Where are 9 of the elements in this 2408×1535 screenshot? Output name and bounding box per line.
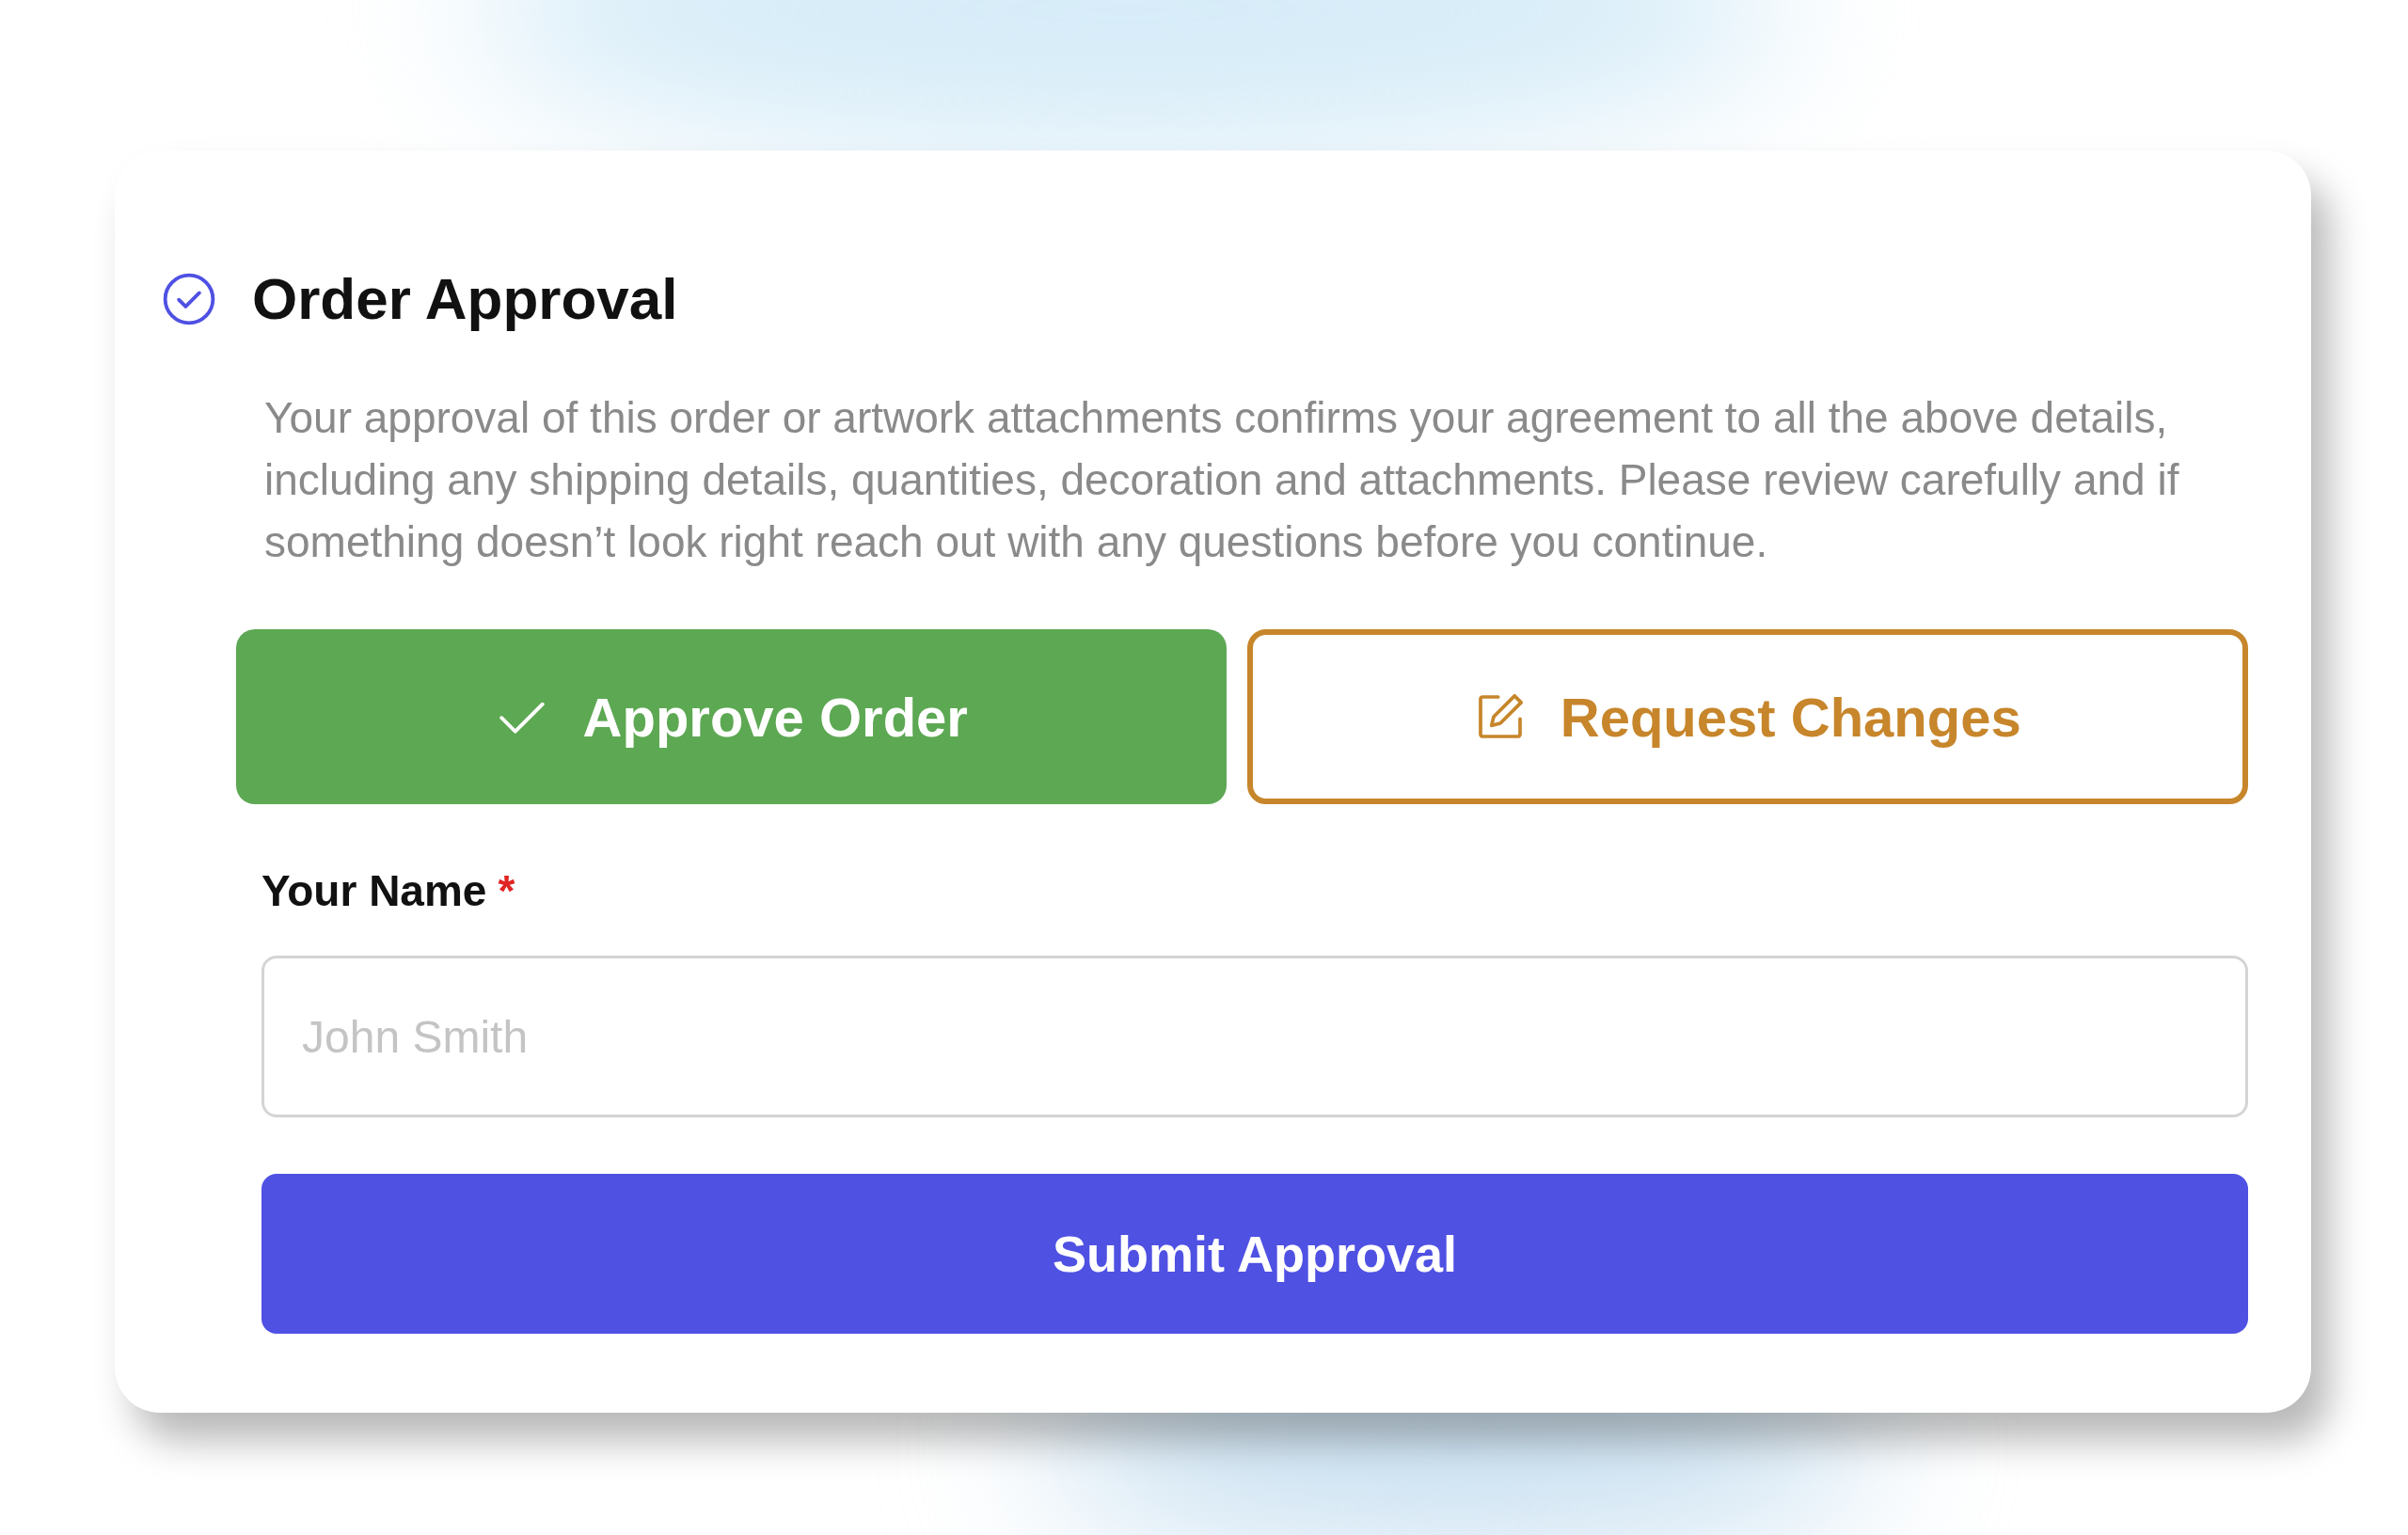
required-mark: * bbox=[498, 865, 515, 916]
description-text: Your approval of this order or artwork attachments confirms your agreement to all the above details, including any shipping details, quantities, decoration and attachments. Please review carefully and if something doesn’t look right reach out with any questions before you continue. bbox=[263, 392, 2180, 568]
check-circle-icon bbox=[162, 271, 216, 326]
approve-order-button[interactable]: Approve Order bbox=[236, 629, 1227, 804]
submit-approval-button[interactable]: Submit Approval bbox=[261, 1174, 2248, 1334]
name-input-field[interactable]: John Smith bbox=[261, 956, 2248, 1117]
request-changes-button[interactable]: Request Changes bbox=[1246, 629, 2248, 804]
field-label: Your Name bbox=[261, 865, 487, 916]
card-title: Order Approval bbox=[252, 265, 678, 332]
